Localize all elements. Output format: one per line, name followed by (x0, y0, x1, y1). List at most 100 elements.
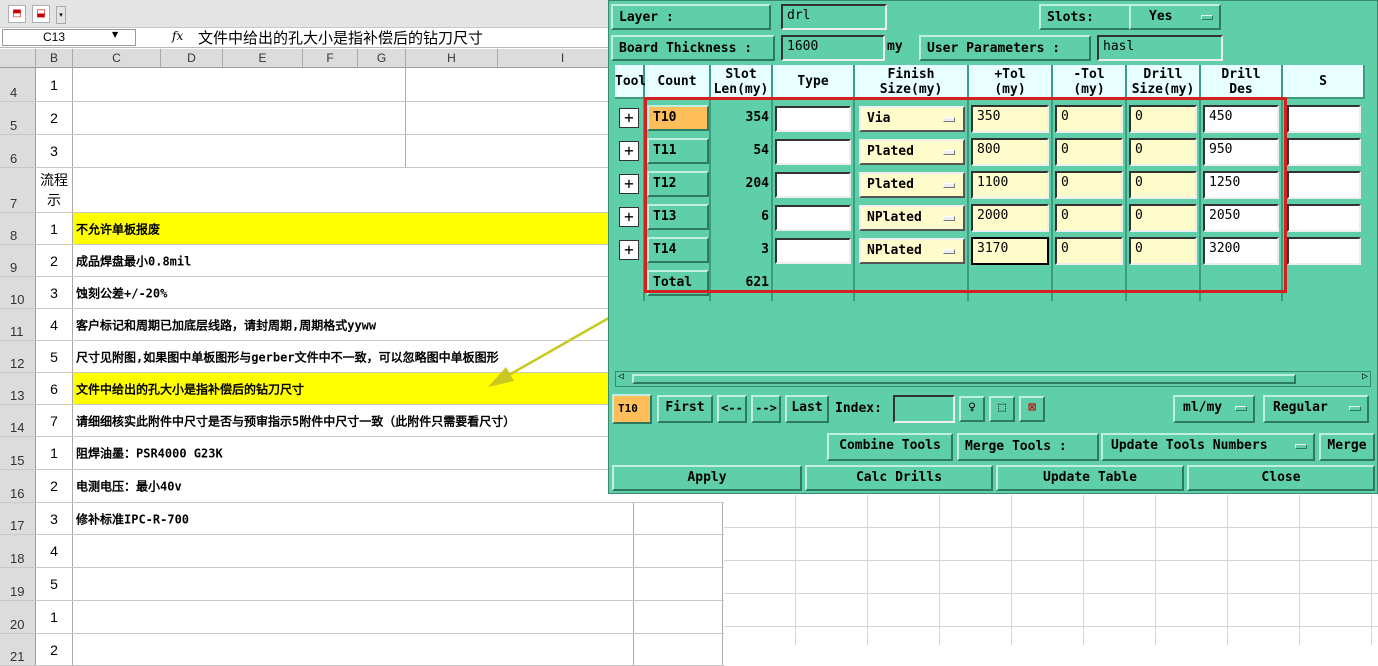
update-table-button[interactable]: Update Table (996, 465, 1184, 491)
drill-des-input[interactable] (1287, 138, 1361, 166)
tool-button[interactable]: T10 (647, 105, 709, 131)
tool-button[interactable]: T12 (647, 171, 709, 197)
update-tools-numbers-dropdown[interactable]: Update Tools Numbers (1101, 433, 1315, 461)
row-header[interactable]: 4 (0, 68, 36, 101)
plus-tol-input[interactable]: 0 (1055, 171, 1123, 199)
minus-tol-input[interactable]: 0 (1129, 204, 1197, 232)
column-header-f[interactable]: F (303, 49, 358, 68)
cell-b[interactable]: 1 (36, 437, 73, 469)
slot-length-input[interactable] (775, 139, 851, 165)
column-header-e[interactable]: E (223, 49, 303, 68)
cell-c[interactable] (73, 535, 634, 567)
row-header[interactable]: 21 (0, 634, 36, 665)
cell-c[interactable] (73, 601, 634, 633)
cell-c[interactable]: 请细细核实此附件中尺寸是否与预审指示5附件中尺寸一致（此附件只需要看尺寸） (73, 405, 624, 436)
row-header[interactable]: 7 (0, 168, 36, 212)
select-area-icon[interactable]: ⬚ (989, 396, 1015, 422)
cell-b[interactable]: 2 (36, 245, 73, 276)
plus-tol-input[interactable]: 0 (1055, 105, 1123, 133)
type-dropdown[interactable]: NPlated (859, 238, 965, 264)
cell-c[interactable] (73, 68, 406, 101)
slot-length-input[interactable] (775, 106, 851, 132)
close-button[interactable]: Close (1187, 465, 1375, 491)
last-button[interactable]: Last (785, 395, 829, 423)
column-header-b[interactable]: B (36, 49, 73, 68)
column-header-c[interactable]: C (73, 49, 161, 68)
plus-tol-input[interactable]: 0 (1055, 204, 1123, 232)
drill-des-input[interactable] (1287, 237, 1361, 265)
cell-b[interactable]: 4 (36, 309, 73, 340)
tool-button[interactable]: T14 (647, 237, 709, 263)
cell-c[interactable]: 不允许单板报废 (73, 213, 624, 244)
expand-icon[interactable]: + (619, 141, 639, 161)
row-header[interactable]: 16 (0, 470, 36, 502)
cell-c[interactable] (73, 168, 624, 212)
type-dropdown[interactable]: Via (859, 106, 965, 132)
cell-i[interactable] (634, 601, 723, 633)
finish-size-input[interactable]: 800 (971, 138, 1049, 166)
row-header[interactable]: 6 (0, 135, 36, 167)
cell-b[interactable]: 2 (36, 470, 73, 502)
row-header[interactable]: 20 (0, 601, 36, 633)
row-header[interactable]: 10 (0, 277, 36, 308)
row-header[interactable]: 17 (0, 503, 36, 534)
sheet-row[interactable]: 21 2 (0, 634, 724, 666)
finish-size-input[interactable]: 350 (971, 105, 1049, 133)
pdf-icon[interactable]: ⬒ (8, 5, 26, 23)
cell-c[interactable]: 电测电压：最小40v (73, 470, 624, 502)
row-header[interactable]: 13 (0, 373, 36, 404)
cell-b[interactable]: 2 (36, 102, 73, 134)
row-header[interactable]: 15 (0, 437, 36, 469)
minus-tol-input[interactable]: 0 (1129, 138, 1197, 166)
combine-tools-button[interactable]: Combine Tools (827, 433, 953, 461)
sheet-row[interactable]: 17 3 修补标准IPC-R-700 (0, 503, 724, 535)
cell-c[interactable] (73, 102, 406, 134)
cell-c[interactable]: 文件中给出的孔大小是指补偿后的钻刀尺寸 (73, 373, 624, 404)
plus-tol-input[interactable]: 0 (1055, 237, 1123, 265)
cell-b[interactable]: 6 (36, 373, 73, 404)
merge-button[interactable]: Merge (1319, 433, 1375, 461)
expand-icon[interactable]: + (619, 240, 639, 260)
cell-i[interactable] (634, 503, 723, 534)
cell-c[interactable] (73, 568, 634, 600)
cell-c[interactable]: 阻焊油墨：PSR4000 G23K (73, 437, 624, 469)
bulb-icon[interactable]: ♀ (959, 396, 985, 422)
row-header[interactable]: 8 (0, 213, 36, 244)
drill-size-input[interactable]: 3200 (1203, 237, 1279, 265)
drill-size-input[interactable]: 450 (1203, 105, 1279, 133)
row-header[interactable]: 12 (0, 341, 36, 372)
first-button[interactable]: First (657, 395, 713, 423)
pdf-comment-icon[interactable]: ⬓ (32, 5, 50, 23)
sheet-row[interactable]: 18 4 (0, 535, 724, 568)
cell-c[interactable] (73, 634, 634, 665)
cell-c[interactable]: 修补标准IPC-R-700 (73, 503, 634, 534)
calc-drills-button[interactable]: Calc Drills (805, 465, 993, 491)
cell-b[interactable]: 5 (36, 341, 73, 372)
cell-c[interactable] (73, 135, 406, 167)
drill-size-input[interactable]: 950 (1203, 138, 1279, 166)
mode-dropdown[interactable]: Regular (1263, 395, 1369, 423)
tool-button[interactable]: T13 (647, 204, 709, 230)
row-header[interactable]: 19 (0, 568, 36, 600)
row-header[interactable]: 18 (0, 535, 36, 567)
horizontal-scrollbar[interactable]: ◁ ▷ (615, 371, 1371, 387)
sheet-row[interactable]: 20 1 (0, 601, 724, 634)
cell-b[interactable]: 3 (36, 503, 73, 534)
finish-size-input[interactable]: 2000 (971, 204, 1049, 232)
drill-des-input[interactable] (1287, 204, 1361, 232)
plus-tol-input[interactable]: 0 (1055, 138, 1123, 166)
slot-length-input[interactable] (775, 238, 851, 264)
fx-icon[interactable]: fx (172, 29, 183, 43)
clear-icon[interactable]: ⊠ (1019, 396, 1045, 422)
minus-tol-input[interactable]: 0 (1129, 105, 1197, 133)
cell-b[interactable]: 4 (36, 535, 73, 567)
next-button[interactable]: --> (751, 395, 781, 423)
column-header-g[interactable]: G (358, 49, 406, 68)
column-header-h[interactable]: H (406, 49, 498, 68)
finish-size-input[interactable]: 3170 (971, 237, 1049, 265)
minus-tol-input[interactable]: 0 (1129, 237, 1197, 265)
empty-grid-area[interactable] (724, 495, 1378, 645)
name-box-dropdown-icon[interactable]: ▼ (112, 30, 118, 39)
drill-des-input[interactable] (1287, 171, 1361, 199)
drill-des-input[interactable] (1287, 105, 1361, 133)
